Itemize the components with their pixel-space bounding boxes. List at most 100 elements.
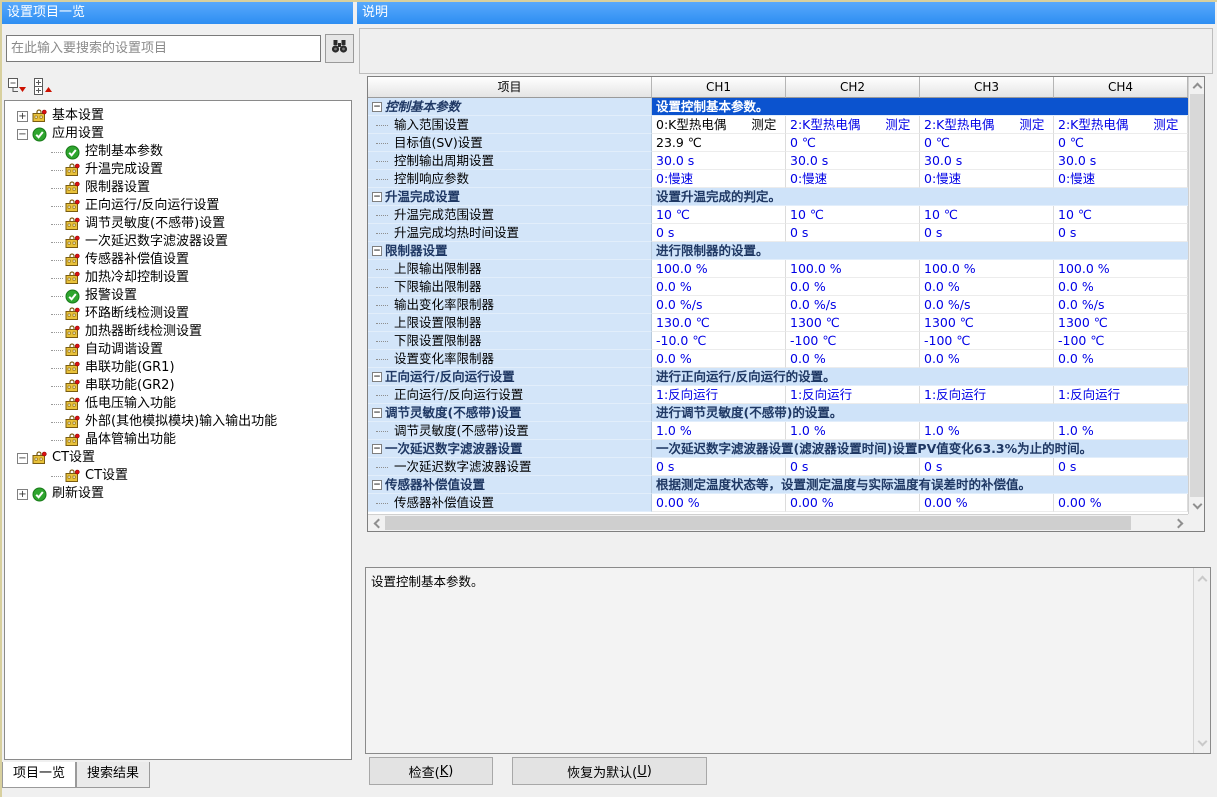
tree-item[interactable]: 环路断线检测设置 [5,305,351,323]
item-name-cell[interactable]: −传感器补偿值设置 [368,476,652,494]
item-name-cell[interactable]: 控制响应参数 [368,170,652,188]
value-cell-ch3[interactable]: 0.0 % [920,350,1054,368]
item-name-cell[interactable]: −升温完成设置 [368,188,652,206]
value-cell-ch3[interactable]: 0 s [920,458,1054,476]
value-cell-ch1[interactable]: 0.00 % [652,494,786,512]
value-cell-ch4[interactable]: 0 s [1054,458,1188,476]
tree-item[interactable]: 自动调谐设置 [5,341,351,359]
value-cell-ch3[interactable]: 0.00 % [920,494,1054,512]
tab-search-results[interactable]: 搜索结果 [76,762,150,788]
value-cell-ch3[interactable]: 0.0 % [920,278,1054,296]
item-name-cell[interactable]: −限制器设置 [368,242,652,260]
group-description-cell[interactable]: 根据测定温度状态等，设置测定温度与实际温度有误差时的补偿值。 [652,476,1188,494]
horizontal-scroll-thumb[interactable] [385,516,1131,530]
item-name-cell[interactable]: −调节灵敏度(不感带)设置 [368,404,652,422]
item-name-cell[interactable]: 上限输出限制器 [368,260,652,278]
value-cell-ch1[interactable]: 100.0 % [652,260,786,278]
collapse-icon[interactable]: − [372,408,382,418]
value-cell-ch2[interactable]: 0.0 % [786,350,920,368]
value-cell-ch2[interactable]: 2:K型热电偶 测定 [786,116,920,134]
item-name-cell[interactable]: 正向运行/反向运行设置 [368,386,652,404]
value-cell-ch4[interactable]: 0.0 % [1054,350,1188,368]
scroll-right-icon[interactable] [1171,515,1188,531]
collapse-icon[interactable]: − [372,480,382,490]
value-cell-ch4[interactable]: 0 s [1054,224,1188,242]
scroll-up-icon[interactable] [1189,77,1205,94]
tree-item[interactable]: CT设置 [5,467,351,485]
scroll-down-icon[interactable] [1194,734,1210,751]
tree-item[interactable]: −应用设置 [5,125,351,143]
value-cell-ch4[interactable]: 1.0 % [1054,422,1188,440]
collapse-all-icon[interactable] [8,78,28,95]
expand-icon[interactable]: + [17,489,28,500]
collapse-icon[interactable]: − [372,192,382,202]
item-name-cell[interactable]: 下限输出限制器 [368,278,652,296]
item-name-cell[interactable]: −一次延迟数字滤波器设置 [368,440,652,458]
value-cell-ch4[interactable]: 0.00 % [1054,494,1188,512]
value-cell-ch4[interactable]: 2:K型热电偶 测定 [1054,116,1188,134]
value-cell-ch3[interactable]: 1:反向运行 [920,386,1054,404]
value-cell-ch2[interactable]: 0 s [786,224,920,242]
tree-item[interactable]: 低电压输入功能 [5,395,351,413]
tree-item[interactable]: 报警设置 [5,287,351,305]
value-cell-ch2[interactable]: 0 s [786,458,920,476]
value-cell-ch3[interactable]: 100.0 % [920,260,1054,278]
value-cell-ch2[interactable]: 30.0 s [786,152,920,170]
value-cell-ch4[interactable]: 30.0 s [1054,152,1188,170]
table-horizontal-scrollbar[interactable] [368,514,1188,531]
value-cell-ch2[interactable]: -100 ℃ [786,332,920,350]
value-cell-ch3[interactable]: 10 ℃ [920,206,1054,224]
value-cell-ch1[interactable]: 0.0 % [652,350,786,368]
collapse-icon[interactable]: − [17,129,28,140]
value-cell-ch3[interactable]: 0.0 %/s [920,296,1054,314]
tree-item[interactable]: 升温完成设置 [5,161,351,179]
group-description-cell[interactable]: 进行调节灵敏度(不感带)的设置。 [652,404,1188,422]
value-cell-ch1[interactable]: 0 s [652,458,786,476]
value-cell-ch2[interactable]: 0:慢速 [786,170,920,188]
item-name-cell[interactable]: 输出变化率限制器 [368,296,652,314]
value-cell-ch4[interactable]: 0.0 %/s [1054,296,1188,314]
item-name-cell[interactable]: 上限设置限制器 [368,314,652,332]
value-cell-ch3[interactable]: 0:慢速 [920,170,1054,188]
value-cell-ch4[interactable]: 10 ℃ [1054,206,1188,224]
value-cell-ch1[interactable]: 130.0 ℃ [652,314,786,332]
group-description-cell[interactable]: 设置控制基本参数。 [652,98,1188,116]
value-cell-ch1[interactable]: 0.0 % [652,278,786,296]
table-vertical-scrollbar[interactable] [1188,77,1204,514]
value-cell-ch2[interactable]: 1.0 % [786,422,920,440]
value-cell-ch2[interactable]: 0.0 %/s [786,296,920,314]
value-cell-ch3[interactable]: 2:K型热电偶 测定 [920,116,1054,134]
item-name-cell[interactable]: −正向运行/反向运行设置 [368,368,652,386]
tree-item[interactable]: 外部(其他模拟模块)输入输出功能 [5,413,351,431]
tree-item[interactable]: 加热器断线检测设置 [5,323,351,341]
value-cell-ch1[interactable]: 30.0 s [652,152,786,170]
value-cell-ch1[interactable]: 0 s [652,224,786,242]
expand-icon[interactable]: + [17,111,28,122]
value-cell-ch1[interactable]: 1.0 % [652,422,786,440]
item-name-cell[interactable]: 升温完成均热时间设置 [368,224,652,242]
value-cell-ch4[interactable]: -100 ℃ [1054,332,1188,350]
tree-item[interactable]: 调节灵敏度(不感带)设置 [5,215,351,233]
item-name-cell[interactable]: 下限设置限制器 [368,332,652,350]
group-description-cell[interactable]: 进行限制器的设置。 [652,242,1188,260]
tree-item[interactable]: +基本设置 [5,107,351,125]
value-cell-ch2[interactable]: 0.0 % [786,278,920,296]
scroll-left-icon[interactable] [368,515,385,531]
collapse-icon[interactable]: − [17,453,28,464]
collapse-icon[interactable]: − [372,372,382,382]
tree-item[interactable]: 限制器设置 [5,179,351,197]
tree-item[interactable]: 正向运行/反向运行设置 [5,197,351,215]
tree-item[interactable]: 晶体管输出功能 [5,431,351,449]
value-cell-ch3[interactable]: 1.0 % [920,422,1054,440]
collapse-icon[interactable]: − [372,102,382,112]
value-cell-ch1[interactable]: -10.0 ℃ [652,332,786,350]
tree-item[interactable]: 控制基本参数 [5,143,351,161]
value-cell-ch2[interactable]: 10 ℃ [786,206,920,224]
item-name-cell[interactable]: 传感器补偿值设置 [368,494,652,512]
value-cell-ch1[interactable]: 10 ℃ [652,206,786,224]
value-cell-ch4[interactable]: 1:反向运行 [1054,386,1188,404]
value-cell-ch4[interactable]: 0 ℃ [1054,134,1188,152]
value-cell-ch1[interactable]: 23.9 ℃ [652,134,786,152]
value-cell-ch2[interactable]: 0.00 % [786,494,920,512]
scroll-up-icon[interactable] [1194,570,1210,587]
